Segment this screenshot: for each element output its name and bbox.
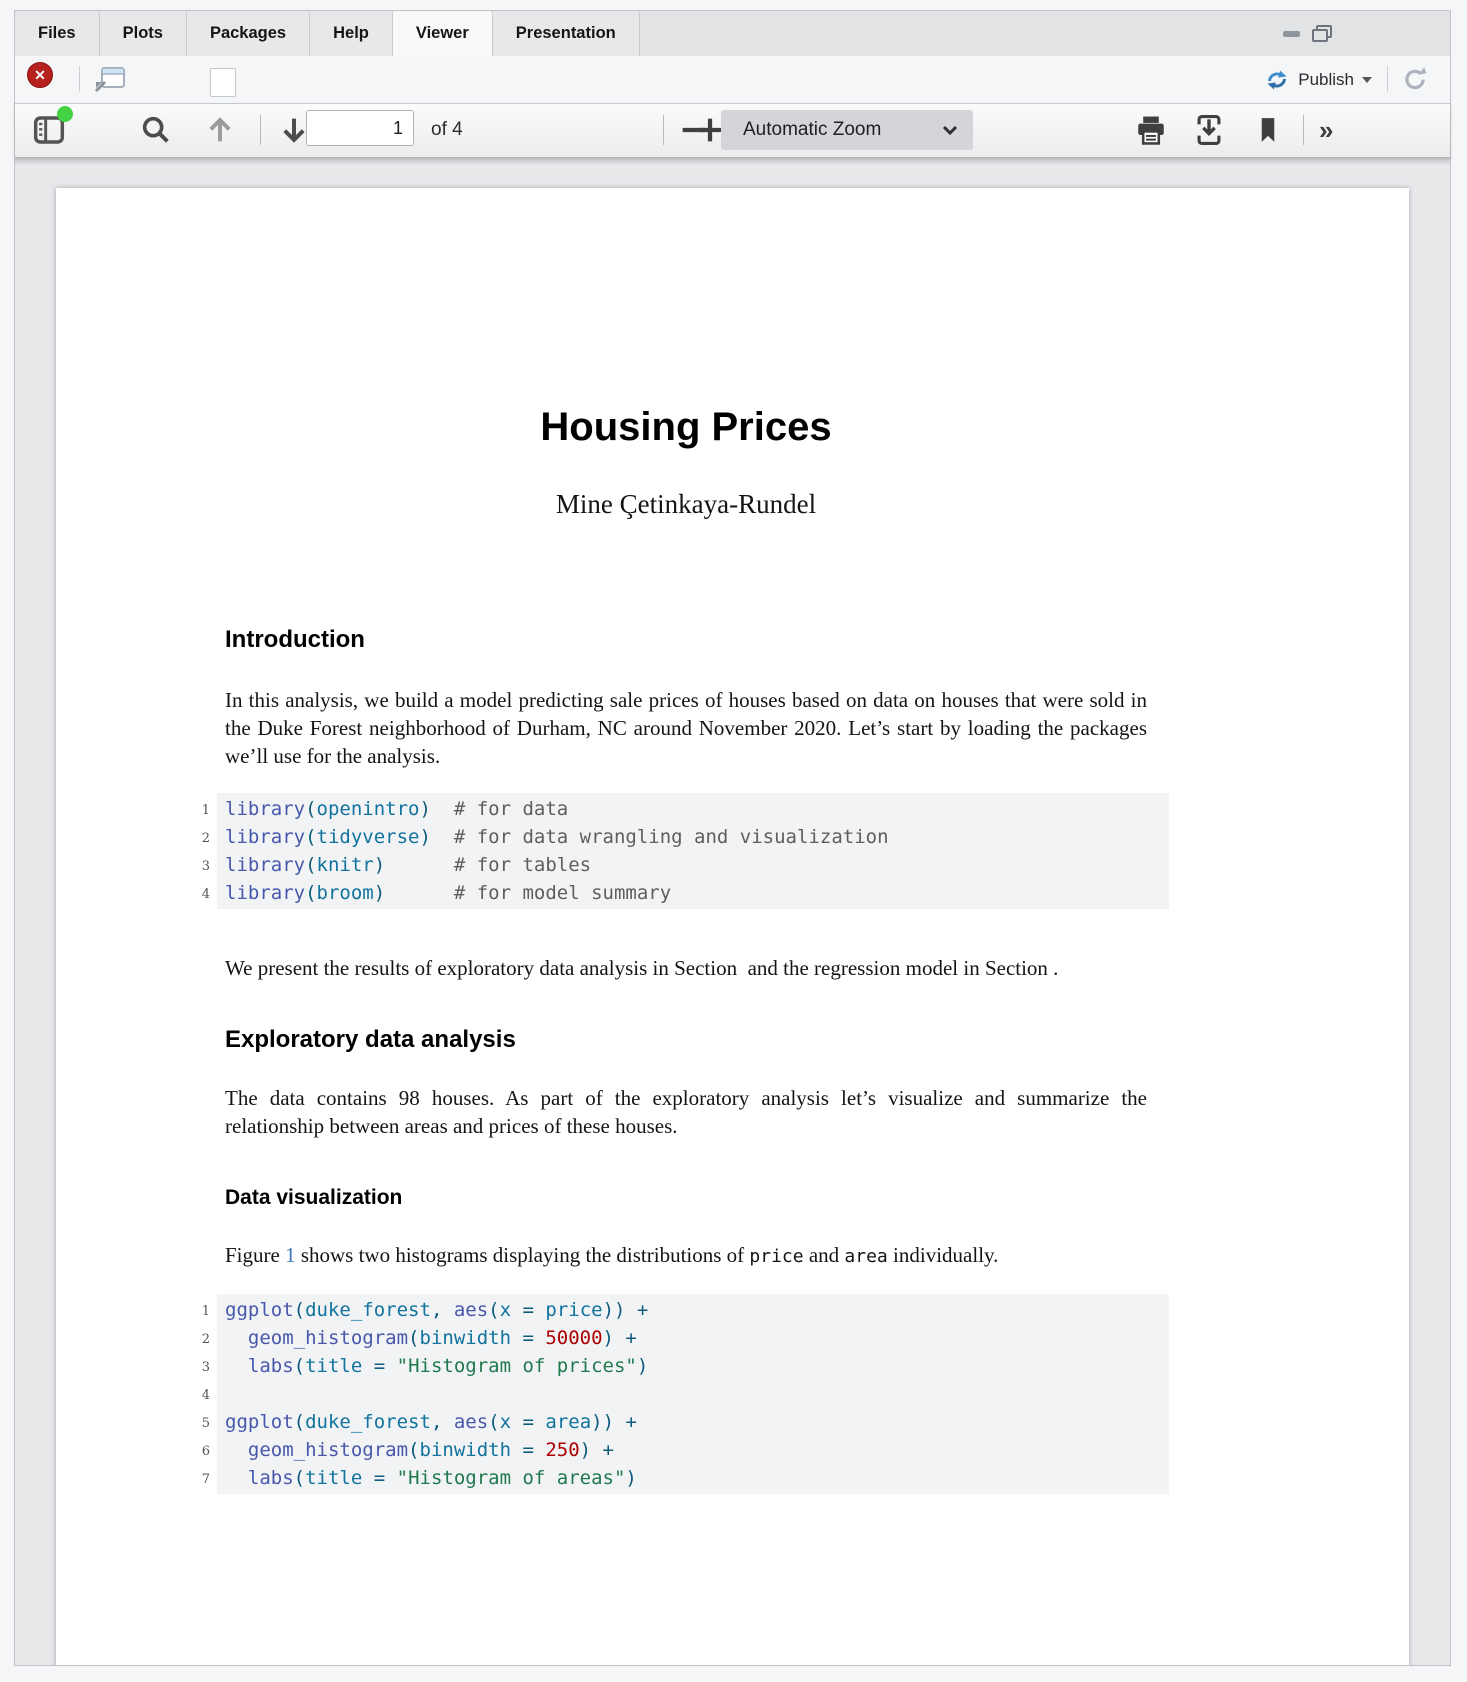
more-tools-button[interactable]: » <box>1319 104 1333 156</box>
code-block-ggplot: 1ggplot(duke_forest, aes(x = price)) +2 … <box>217 1294 1169 1494</box>
bookmark-icon <box>1253 113 1283 147</box>
tab-packages[interactable]: Packages <box>187 11 310 56</box>
toolbar-separator <box>1387 66 1388 92</box>
print-button[interactable] <box>1133 104 1169 156</box>
tab-files[interactable]: Files <box>15 11 100 56</box>
subsection-heading-data-visualization: Data visualization <box>225 1185 1147 1211</box>
present-paragraph: We present the results of exploratory da… <box>225 954 1147 982</box>
search-icon <box>139 113 173 147</box>
open-in-new-window-icon <box>91 64 127 94</box>
section-heading-introduction: Introduction <box>225 625 1147 655</box>
document-author: Mine Çetinkaya-Rundel <box>165 488 1207 520</box>
eda-paragraph: The data contains 98 houses. As part of … <box>225 1084 1147 1140</box>
toolbar-separator <box>79 66 80 92</box>
double-chevron-right-icon: » <box>1319 117 1333 143</box>
publish-icon <box>1264 68 1290 92</box>
chevron-down-icon <box>941 123 959 137</box>
viewer-pane: Files Plots Packages Help Viewer Present… <box>14 10 1451 1666</box>
document-content: Housing Prices Mine Çetinkaya-Rundel Int… <box>225 404 1147 1494</box>
toolbar-separator <box>663 115 664 145</box>
maximize-front-rect <box>1312 29 1328 42</box>
pdf-toolbar: of 4 Automatic Zoom <box>15 103 1450 158</box>
previous-page-button[interactable] <box>203 104 237 156</box>
refresh-icon <box>1400 64 1430 94</box>
arrow-up-icon <box>203 113 237 147</box>
download-button[interactable] <box>1191 104 1227 156</box>
toolbar-separator <box>260 115 261 145</box>
zoom-select-label: Automatic Zoom <box>743 119 881 141</box>
pane-tab-bar: Files Plots Packages Help Viewer Present… <box>15 11 1450 57</box>
page-count-label: of 4 <box>431 104 463 156</box>
intro-paragraph: In this analysis, we build a model predi… <box>225 686 1147 770</box>
viewer-toolbar: ✕ Publish <box>15 56 1450 104</box>
publish-button[interactable]: Publish <box>1264 68 1372 92</box>
download-icon <box>1191 113 1227 147</box>
find-button[interactable] <box>139 104 173 156</box>
toolbar-separator <box>1303 115 1304 145</box>
maximize-pane-icon[interactable] <box>1312 25 1332 42</box>
minimize-pane-icon[interactable] <box>1283 31 1300 37</box>
document-sheet-icon <box>210 68 236 97</box>
tab-viewer[interactable]: Viewer <box>393 11 493 57</box>
page-number-input[interactable] <box>306 110 414 146</box>
publish-dropdown-caret-icon[interactable] <box>1362 77 1372 83</box>
clear-viewer-button[interactable]: ✕ <box>27 64 71 96</box>
pdf-viewer-area[interactable]: Housing Prices Mine Çetinkaya-Rundel Int… <box>15 156 1450 1665</box>
publish-label: Publish <box>1298 70 1354 90</box>
sidebar-toggle-button[interactable] <box>33 104 65 156</box>
zoom-select[interactable]: Automatic Zoom <box>721 110 973 150</box>
tab-help[interactable]: Help <box>310 11 393 56</box>
viewer-active-green-dot <box>57 106 73 122</box>
printer-icon <box>1133 113 1169 147</box>
pdf-page: Housing Prices Mine Çetinkaya-Rundel Int… <box>56 188 1409 1665</box>
tab-presentation[interactable]: Presentation <box>493 11 640 56</box>
bookmark-current-view-button[interactable] <box>1253 104 1283 156</box>
tab-plots[interactable]: Plots <box>100 11 187 56</box>
figure-sentence: Figure 1 shows two histograms displaying… <box>225 1241 1147 1271</box>
section-heading-eda: Exploratory data analysis <box>225 1025 1147 1055</box>
red-x-icon: ✕ <box>27 62 53 88</box>
refresh-button[interactable] <box>1400 64 1432 94</box>
document-title: Housing Prices <box>165 404 1207 450</box>
popout-button[interactable] <box>91 64 127 94</box>
code-block-libraries: 1library(openintro) # for data2library(t… <box>217 793 1169 909</box>
